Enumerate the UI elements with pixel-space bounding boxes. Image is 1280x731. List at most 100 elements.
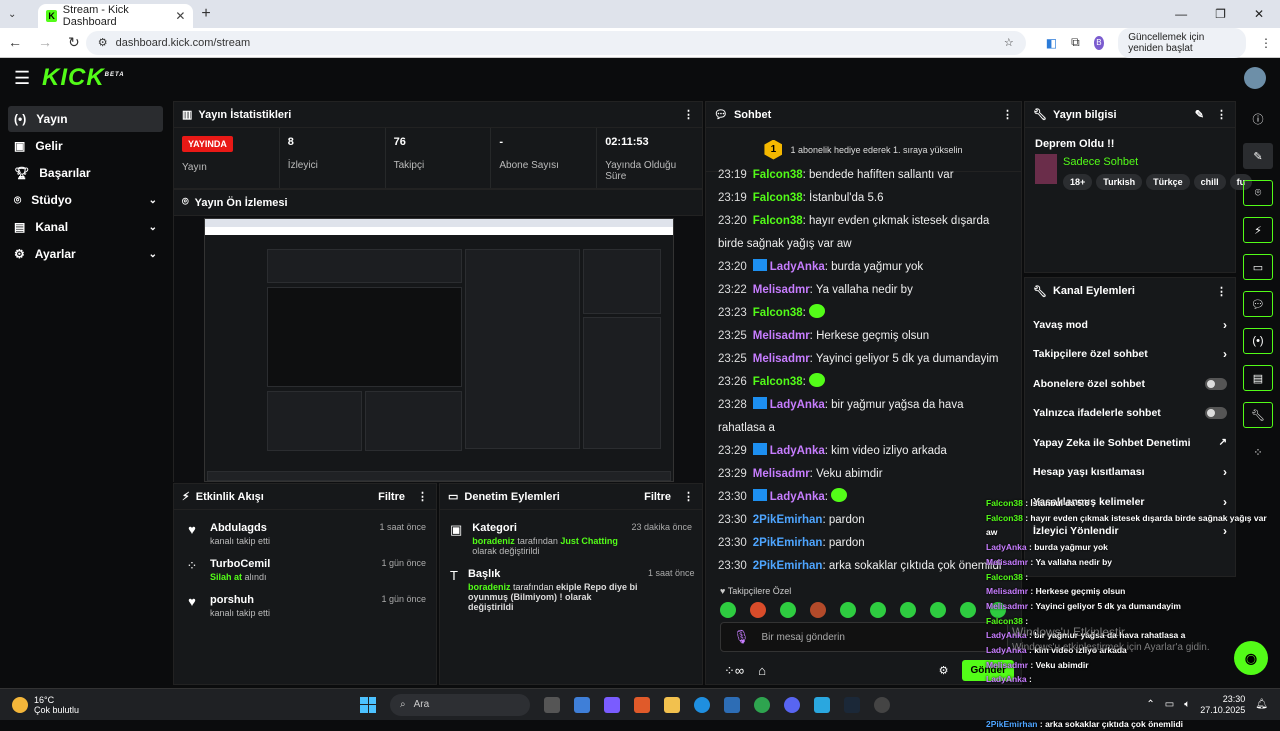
extension-icon[interactable]: ◧ — [1046, 36, 1057, 50]
action-account-age[interactable]: Hesap yaşı kısıtlaması › — [1025, 458, 1235, 488]
bookmark-star-icon[interactable]: ☆ — [1004, 36, 1014, 49]
new-tab-icon[interactable]: + — [201, 5, 210, 23]
update-button[interactable]: Güncellemek için yeniden başlat — [1118, 27, 1246, 58]
app-icon[interactable] — [814, 696, 830, 713]
message-username[interactable]: LadyAnka — [770, 491, 825, 503]
message-username[interactable]: LadyAnka — [770, 445, 825, 457]
clock[interactable]: 23:30 27.10.2025 — [1200, 694, 1245, 716]
hamburger-menu-icon[interactable]: ☰ — [14, 68, 42, 89]
copilot-icon[interactable] — [604, 696, 620, 713]
message-username[interactable]: 2PikEmirhan — [753, 560, 823, 572]
app-icon[interactable] — [724, 696, 740, 713]
wrench-tool-icon[interactable]: 🔧︎ — [1243, 402, 1273, 428]
obs-icon[interactable] — [874, 696, 890, 713]
emote-icon[interactable] — [840, 602, 856, 618]
message-username[interactable]: LadyAnka — [770, 399, 825, 411]
activity-tool-icon[interactable]: ⚡︎ — [1243, 217, 1273, 243]
close-window-icon[interactable]: ✕ — [1254, 7, 1264, 21]
file-explorer-icon[interactable] — [664, 696, 680, 713]
kebab-icon[interactable]: ⋮ — [1216, 285, 1227, 298]
kebab-icon[interactable]: ⋮ — [1002, 108, 1013, 121]
sidebar-item-basarilar[interactable]: 🏆︎ Başarılar — [8, 160, 163, 186]
message-username[interactable]: 2PikEmirhan — [753, 514, 823, 526]
category-name[interactable]: Sadece Sohbet — [1063, 156, 1138, 168]
browser-tab[interactable]: K Stream - Kick Dashboard ✕ — [38, 4, 194, 28]
sidebar-item-gelir[interactable]: ▣ Gelir — [8, 133, 163, 159]
volume-icon[interactable]: 🔈︎ — [1184, 699, 1190, 710]
filter-button[interactable]: Filtre — [644, 491, 671, 503]
emote-icon[interactable] — [930, 602, 946, 618]
action-followers-only[interactable]: Takipçilere özel sohbet › — [1025, 340, 1235, 370]
emote-icon[interactable] — [900, 602, 916, 618]
emote-icon[interactable] — [780, 602, 796, 618]
kebab-icon[interactable]: ⋮ — [1216, 108, 1227, 121]
action-slow-mode[interactable]: Yavaş mod › — [1025, 310, 1235, 340]
emote-icon[interactable] — [870, 602, 886, 618]
profile-avatar[interactable]: B — [1093, 35, 1105, 50]
info-tool-icon[interactable]: ▤ — [1243, 365, 1273, 391]
menu-kebab-icon[interactable]: ⋮ — [1260, 36, 1272, 50]
kebab-icon[interactable]: ⋮ — [683, 108, 694, 121]
filter-button[interactable]: Filtre — [378, 491, 405, 503]
action-ai-moderation[interactable]: Yapay Zeka ile Sohbet Denetimi ↗ — [1025, 428, 1235, 458]
kebab-icon[interactable]: ⋮ — [683, 490, 694, 503]
close-tab-icon[interactable]: ✕ — [175, 9, 185, 23]
support-chat-button[interactable]: ◉ — [1234, 641, 1268, 675]
message-username[interactable]: Falcon38 — [753, 376, 803, 388]
taskbar-search[interactable]: ⌕ Ara — [390, 693, 530, 716]
maximize-icon[interactable]: ❐ — [1215, 7, 1226, 21]
app-icon[interactable] — [634, 696, 650, 713]
back-icon[interactable]: ← — [8, 34, 22, 51]
chat-tool-icon[interactable]: 💬︎ — [1243, 291, 1273, 317]
emote-icon[interactable] — [810, 602, 826, 618]
extensions-puzzle-icon[interactable]: ⧉ — [1071, 35, 1080, 50]
chrome-icon[interactable] — [754, 696, 770, 713]
sidebar-item-ayarlar[interactable]: ⚙ Ayarlar ⌄ — [8, 241, 163, 267]
edit-pencil-icon[interactable]: ✎ — [1195, 108, 1204, 121]
emote-icon[interactable] — [720, 602, 736, 618]
chevron-up-icon[interactable]: ⌃ — [1146, 699, 1154, 710]
weather-widget[interactable]: 16°C Çok bulutlu — [0, 695, 360, 715]
discord-icon[interactable] — [784, 696, 800, 713]
kebab-icon[interactable]: ⋮ — [417, 490, 428, 503]
store-icon[interactable]: ⌂ — [758, 663, 766, 678]
message-username[interactable]: LadyAnka — [770, 261, 825, 273]
forward-icon[interactable]: → — [38, 34, 52, 51]
edge-icon[interactable] — [694, 696, 710, 713]
info-icon[interactable]: ⓘ — [1243, 106, 1273, 132]
add-widget-icon[interactable]: ⁘ — [1243, 439, 1273, 465]
microphone-icon[interactable]: 🎙︎ — [733, 629, 750, 645]
subs-only-toggle[interactable] — [1205, 377, 1227, 390]
site-info-icon[interactable]: ⚙ — [98, 36, 108, 49]
broadcast-tool-icon[interactable]: (•) — [1243, 328, 1273, 354]
steam-icon[interactable] — [844, 696, 860, 713]
reload-icon[interactable]: ↻ — [68, 34, 80, 51]
moderation-tool-icon[interactable]: ▭ — [1243, 254, 1273, 280]
start-windows-icon[interactable] — [360, 696, 376, 713]
sidebar-item-yayin[interactable]: (•) Yayın — [8, 106, 163, 132]
emote-icon[interactable] — [960, 602, 976, 618]
user-avatar[interactable] — [1244, 67, 1266, 89]
network-icon[interactable]: ▭ — [1165, 699, 1174, 710]
sidebar-item-studyo[interactable]: ⌾ Stüdyo ⌄ — [8, 187, 163, 213]
stream-preview[interactable] — [174, 216, 704, 486]
message-username[interactable]: Falcon38 — [753, 215, 803, 227]
message-username[interactable]: Falcon38 — [753, 169, 803, 181]
widgets-icon[interactable] — [574, 696, 590, 713]
chat-settings-icon[interactable]: ⚙ — [939, 664, 949, 677]
edit-pencil-icon[interactable]: ✎ — [1243, 143, 1273, 169]
emote-only-toggle[interactable] — [1205, 407, 1227, 420]
points-icon[interactable]: ⁘∞ — [724, 663, 744, 679]
message-username[interactable]: 2PikEmirhan — [753, 537, 823, 549]
task-view-icon[interactable] — [544, 696, 560, 713]
minimize-icon[interactable]: — — [1175, 7, 1187, 21]
message-username[interactable]: Melisadmr — [753, 353, 810, 365]
url-field[interactable]: ⚙ dashboard.kick.com/stream ☆ — [85, 30, 1026, 55]
message-username[interactable]: Melisadmr — [753, 284, 810, 296]
chat-input[interactable]: 🎙︎ Bir mesaj gönderin — [720, 622, 1008, 652]
message-username[interactable]: Melisadmr — [753, 468, 810, 480]
message-username[interactable]: Falcon38 — [753, 192, 803, 204]
message-username[interactable]: Falcon38 — [753, 307, 803, 319]
kick-logo[interactable]: KICKBETA — [42, 64, 125, 92]
emote-icon[interactable] — [750, 602, 766, 618]
